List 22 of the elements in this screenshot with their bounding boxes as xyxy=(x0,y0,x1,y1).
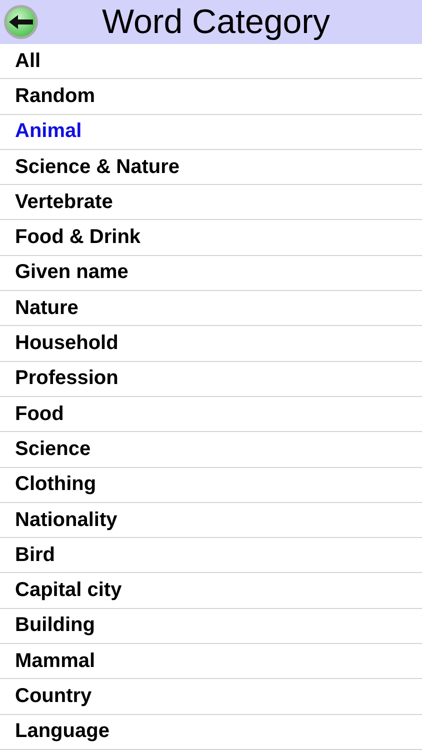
category-item[interactable]: Given name xyxy=(0,256,422,292)
category-item[interactable]: Household xyxy=(0,326,422,362)
category-item[interactable]: Clothing xyxy=(0,468,422,503)
category-item[interactable]: Profession xyxy=(0,362,422,397)
category-item[interactable]: All xyxy=(0,44,422,80)
category-item[interactable]: Random xyxy=(0,79,422,115)
category-item[interactable]: Vertebrate xyxy=(0,185,422,220)
page-title: Word Category xyxy=(100,2,332,42)
category-item[interactable]: Country xyxy=(0,679,422,715)
category-item[interactable]: Language xyxy=(0,714,422,750)
category-item[interactable]: Animal xyxy=(0,114,422,150)
category-item[interactable]: Science xyxy=(0,432,422,468)
category-item[interactable]: Food xyxy=(0,396,422,432)
category-item[interactable]: Science & Nature xyxy=(0,150,422,186)
category-item[interactable]: Building xyxy=(0,608,422,644)
category-item[interactable]: Mammal xyxy=(0,644,422,680)
category-item[interactable]: Capital city xyxy=(0,573,422,609)
back-button[interactable] xyxy=(3,4,39,40)
category-item[interactable]: Bird xyxy=(0,538,422,574)
category-item[interactable]: Nature xyxy=(0,291,422,326)
category-item[interactable]: Nationality xyxy=(0,502,422,538)
category-item[interactable]: Food & Drink xyxy=(0,220,422,256)
